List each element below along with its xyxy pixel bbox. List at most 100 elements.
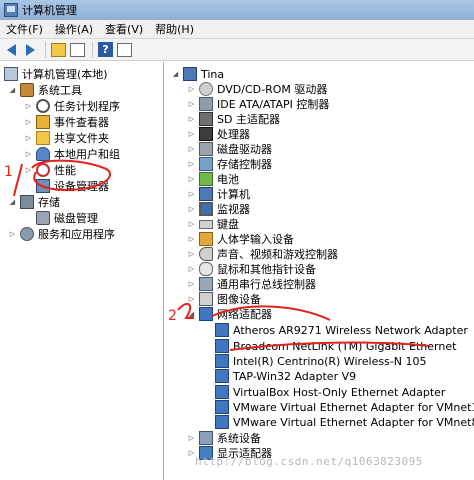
network-adapter-item[interactable]: VirtualBox Host-Only Ethernet Adapter xyxy=(215,384,445,400)
expand-icon[interactable]: ▷ xyxy=(8,230,17,239)
device-category-computer[interactable]: ▷ 计算机 xyxy=(187,186,250,202)
tree-item-services[interactable]: ▷ 服务和应用程序 xyxy=(8,226,115,242)
tree-item-root[interactable]: 计算机管理(本地) xyxy=(4,66,108,82)
device-category-ide[interactable]: ▷ IDE ATA/ATAPI 控制器 xyxy=(187,96,329,112)
expand-icon[interactable]: ▷ xyxy=(187,205,196,214)
device-category-dvd[interactable]: ▷ DVD/CD-ROM 驱动器 xyxy=(187,81,327,97)
watermark-text: http://blog.csdn.net/q1063823095 xyxy=(195,455,423,468)
network-adapter-icon xyxy=(215,354,229,368)
device-category-disk[interactable]: ▷ 磁盘驱动器 xyxy=(187,141,272,157)
tree-item-shared-folders[interactable]: ▷ 共享文件夹 xyxy=(24,130,109,146)
expand-icon[interactable]: ▷ xyxy=(187,85,196,94)
tree-item-system-tools[interactable]: ◢ 系统工具 xyxy=(8,82,82,98)
network-adapter-icon xyxy=(215,323,229,337)
network-adapter-item[interactable]: Atheros AR9271 Wireless Network Adapter xyxy=(215,322,468,338)
menu-help[interactable]: 帮助(H) xyxy=(149,21,200,37)
device-category-imaging[interactable]: ▷ 图像设备 xyxy=(187,291,261,307)
device-category-label: 监视器 xyxy=(217,203,250,216)
network-adapter-item[interactable]: TAP-Win32 Adapter V9 xyxy=(215,368,356,384)
tree-item-local-users[interactable]: ▷ 本地用户和组 xyxy=(24,146,120,162)
menu-file[interactable]: 文件(F) xyxy=(0,21,49,37)
menu-view[interactable]: 查看(V) xyxy=(99,21,149,37)
expand-icon[interactable]: ▷ xyxy=(187,175,196,184)
expand-icon[interactable]: ▷ xyxy=(187,280,196,289)
tree-item-label: 任务计划程序 xyxy=(54,100,120,113)
help-icon: ? xyxy=(98,42,113,57)
expand-icon[interactable]: ▷ xyxy=(187,434,196,443)
device-category-label: IDE ATA/ATAPI 控制器 xyxy=(217,98,330,111)
tree-item-storage[interactable]: ◢ 存储 xyxy=(8,194,60,210)
tree-item-disk-management[interactable]: 磁盘管理 xyxy=(36,210,98,226)
network-adapter-label: Broadcom NetLink (TM) Gigabit Ethernet xyxy=(233,339,457,353)
properties-button[interactable] xyxy=(116,41,133,58)
device-category-mouse[interactable]: ▷ 鼠标和其他指针设备 xyxy=(187,261,316,277)
back-button[interactable] xyxy=(3,41,20,58)
expand-icon[interactable]: ▷ xyxy=(187,220,196,229)
expand-icon[interactable]: ▷ xyxy=(187,190,196,199)
collapse-icon[interactable]: ◢ xyxy=(8,86,17,95)
performance-icon xyxy=(36,163,50,177)
expand-icon[interactable]: ▷ xyxy=(24,118,33,127)
device-category-audio[interactable]: ▷ 声音、视频和游戏控制器 xyxy=(187,246,338,262)
collapse-icon[interactable]: ◢ xyxy=(187,310,196,319)
collapse-icon[interactable]: ◢ xyxy=(8,198,17,207)
expand-icon[interactable]: ▷ xyxy=(187,115,196,124)
tree-item-performance[interactable]: ▷ 性能 xyxy=(24,162,76,178)
storage-icon xyxy=(20,195,34,209)
device-category-label: 系统设备 xyxy=(217,432,261,445)
usb-icon xyxy=(199,277,213,291)
network-adapter-item[interactable]: VMware Virtual Ethernet Adapter for VMne… xyxy=(215,399,474,415)
expand-icon[interactable]: ▷ xyxy=(187,250,196,259)
collapse-icon[interactable]: ◢ xyxy=(171,70,180,79)
device-category-network[interactable]: ◢ 网络适配器 xyxy=(187,306,272,322)
tree-item-task-scheduler[interactable]: ▷ 任务计划程序 xyxy=(24,98,120,114)
expand-icon[interactable]: ▷ xyxy=(187,145,196,154)
expand-icon[interactable]: ▷ xyxy=(187,295,196,304)
menu-action[interactable]: 操作(A) xyxy=(49,21,99,37)
processor-icon xyxy=(199,127,213,141)
tree-item-device-manager[interactable]: 设备管理器 xyxy=(36,178,109,194)
up-folder-button[interactable] xyxy=(50,41,67,58)
network-adapter-item[interactable]: Broadcom NetLink (TM) Gigabit Ethernet xyxy=(215,338,456,354)
device-category-label: 存储控制器 xyxy=(217,158,272,171)
expand-icon[interactable]: ▷ xyxy=(24,150,33,159)
network-adapter-item[interactable]: Intel(R) Centrino(R) Wireless-N 105 xyxy=(215,353,427,369)
device-tree-root[interactable]: ◢ Tina xyxy=(171,66,224,82)
tree-item-event-viewer[interactable]: ▷ 事件查看器 xyxy=(24,114,109,130)
device-category-usb[interactable]: ▷ 通用串行总线控制器 xyxy=(187,276,316,292)
show-hide-tree-button[interactable] xyxy=(69,41,86,58)
tools-icon xyxy=(20,83,34,97)
hid-icon xyxy=(199,232,213,246)
event-log-icon xyxy=(36,115,50,129)
shared-folder-icon xyxy=(36,131,50,145)
forward-arrow-icon xyxy=(26,44,35,56)
device-category-label: 通用串行总线控制器 xyxy=(217,278,316,291)
network-adapter-item[interactable]: VMware Virtual Ethernet Adapter for VMne… xyxy=(215,414,474,430)
monitor-icon xyxy=(199,202,213,216)
expand-icon[interactable]: ▷ xyxy=(24,166,33,175)
device-category-storage-controller[interactable]: ▷ 存储控制器 xyxy=(187,156,272,172)
network-adapter-label: Atheros AR9271 Wireless Network Adapter xyxy=(233,323,468,337)
device-category-battery[interactable]: ▷ 电池 xyxy=(187,171,239,187)
device-tree: ◢ Tina ▷ DVD/CD-ROM 驱动器 ▷ IDE ATA/ATAPI … xyxy=(165,62,474,480)
toolbar: ? xyxy=(0,39,474,61)
network-adapter-icon xyxy=(215,339,229,353)
device-category-system[interactable]: ▷ 系统设备 xyxy=(187,430,261,446)
expand-icon[interactable]: ▷ xyxy=(24,134,33,143)
device-category-cpu[interactable]: ▷ 处理器 xyxy=(187,126,250,142)
expand-icon[interactable]: ▷ xyxy=(24,102,33,111)
expand-icon[interactable]: ▷ xyxy=(187,100,196,109)
window-title: 计算机管理 xyxy=(22,4,77,17)
device-category-label: DVD/CD-ROM 驱动器 xyxy=(217,83,328,96)
forward-button[interactable] xyxy=(22,41,39,58)
expand-icon[interactable]: ▷ xyxy=(187,265,196,274)
device-category-sd[interactable]: ▷ SD 主适配器 xyxy=(187,111,280,127)
expand-icon[interactable]: ▷ xyxy=(187,160,196,169)
expand-icon[interactable]: ▷ xyxy=(187,235,196,244)
expand-icon[interactable]: ▷ xyxy=(187,130,196,139)
help-button[interactable]: ? xyxy=(97,41,114,58)
device-category-keyboard[interactable]: ▷ 键盘 xyxy=(187,216,239,232)
device-category-hid[interactable]: ▷ 人体学输入设备 xyxy=(187,231,294,247)
device-category-monitor[interactable]: ▷ 监视器 xyxy=(187,201,250,217)
computer-icon xyxy=(199,187,213,201)
